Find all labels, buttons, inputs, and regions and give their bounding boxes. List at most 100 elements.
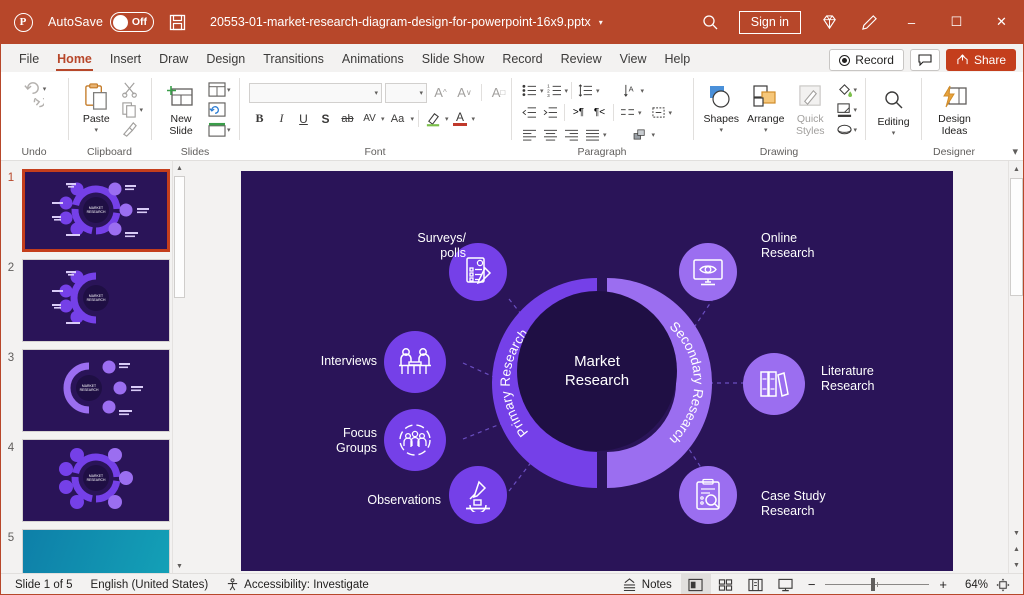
thumbnail-scrollbar-thumb[interactable] bbox=[174, 176, 185, 298]
line-spacing-dropdown-icon[interactable]: ▾ bbox=[596, 87, 600, 95]
tab-view[interactable]: View bbox=[611, 46, 656, 72]
node-observations[interactable] bbox=[449, 466, 507, 524]
node-case-study-research[interactable] bbox=[679, 466, 737, 524]
numbering-dropdown-icon[interactable]: ▾ bbox=[565, 87, 569, 95]
next-slide-button[interactable]: ▼ bbox=[1009, 557, 1024, 573]
align-right-button[interactable] bbox=[561, 124, 582, 145]
justify-button[interactable] bbox=[582, 124, 603, 145]
undo-button[interactable]: ▾ bbox=[21, 79, 49, 98]
collapse-ribbon-button[interactable]: ▾ bbox=[1012, 145, 1018, 158]
numbering-button[interactable]: 123 bbox=[544, 80, 565, 101]
copy-button[interactable]: ▾ bbox=[119, 100, 145, 119]
thumbnail-slide-2[interactable]: 2 MARKET RESEARCH bbox=[0, 259, 186, 342]
thumbnail-image-1[interactable]: MARKET RESEARCH bbox=[22, 169, 170, 252]
tab-design[interactable]: Design bbox=[197, 46, 254, 72]
decrease-indent-button[interactable] bbox=[519, 102, 540, 123]
tab-animations[interactable]: Animations bbox=[333, 46, 413, 72]
editing-dropdown-icon[interactable]: ▾ bbox=[892, 128, 896, 140]
align-text-button[interactable] bbox=[648, 102, 669, 123]
increase-indent-button[interactable] bbox=[540, 102, 561, 123]
slide-sorter-button[interactable] bbox=[711, 574, 741, 595]
zoom-handle[interactable] bbox=[871, 578, 876, 591]
font-name-input[interactable]: ▾ bbox=[249, 82, 382, 103]
font-color-button[interactable]: A bbox=[450, 108, 471, 129]
thumbnail-slide-1[interactable]: 1 MARKET RESEARCH bbox=[0, 169, 186, 252]
highlight-dropdown-icon[interactable]: ▾ bbox=[445, 115, 449, 123]
design-ideas-button[interactable]: Design Ideas bbox=[928, 79, 981, 137]
reading-view-button[interactable] bbox=[741, 574, 771, 595]
clear-formatting-button[interactable]: A □ bbox=[488, 82, 509, 103]
format-painter-button[interactable] bbox=[119, 120, 145, 139]
tab-insert[interactable]: Insert bbox=[101, 46, 150, 72]
align-text-dropdown-icon[interactable]: ▾ bbox=[669, 109, 673, 117]
smartart-dropdown-icon[interactable]: ▾ bbox=[652, 131, 656, 139]
font-size-input[interactable]: ▾ bbox=[385, 82, 427, 103]
editing-button[interactable]: Editing ▾ bbox=[872, 82, 915, 140]
italic-button[interactable]: I bbox=[271, 108, 292, 129]
shape-fill-button[interactable]: ▾ bbox=[834, 80, 860, 99]
align-left-button[interactable] bbox=[519, 124, 540, 145]
new-slide-button[interactable]: New Slide bbox=[158, 79, 204, 137]
tab-help[interactable]: Help bbox=[655, 46, 699, 72]
canvas-scroll-up-button[interactable]: ▲ bbox=[1009, 161, 1024, 177]
slideshow-button[interactable] bbox=[771, 574, 801, 595]
thumbnail-image-5[interactable] bbox=[22, 529, 170, 573]
shape-effects-button[interactable]: ▾ bbox=[834, 120, 860, 139]
document-title[interactable]: 20553-01-market-research-diagram-design-… bbox=[210, 15, 603, 29]
save-icon[interactable] bbox=[166, 11, 188, 33]
tab-file[interactable]: File bbox=[10, 46, 48, 72]
smartart-button[interactable] bbox=[631, 124, 652, 145]
zoom-level[interactable]: 64% bbox=[954, 579, 988, 591]
thumbnail-slide-5[interactable]: 5 bbox=[0, 529, 186, 573]
font-size-dropdown-icon[interactable]: ▾ bbox=[419, 89, 423, 97]
quick-styles-button[interactable]: Quick Styles bbox=[789, 79, 832, 137]
node-focus-groups[interactable] bbox=[384, 409, 446, 471]
zoom-track[interactable] bbox=[825, 578, 930, 591]
cut-button[interactable] bbox=[119, 80, 145, 99]
autosave-toggle[interactable]: Off bbox=[110, 12, 155, 32]
sign-in-button[interactable]: Sign in bbox=[738, 10, 801, 34]
strikethrough-button[interactable]: ab bbox=[337, 108, 358, 129]
grow-font-button[interactable]: A ^ bbox=[430, 82, 451, 103]
bold-button[interactable]: B bbox=[249, 108, 270, 129]
font-name-dropdown-icon[interactable]: ▾ bbox=[374, 89, 378, 97]
font-color-dropdown-icon[interactable]: ▾ bbox=[472, 115, 476, 123]
shapes-dropdown-icon[interactable]: ▾ bbox=[719, 125, 723, 137]
search-icon[interactable] bbox=[691, 0, 731, 44]
text-direction-button[interactable]: A bbox=[620, 80, 641, 101]
tab-record[interactable]: Record bbox=[493, 46, 551, 72]
thumbnail-image-4[interactable]: MARKET RESEARCH bbox=[22, 439, 170, 522]
section-dropdown-icon[interactable]: ▾ bbox=[227, 126, 231, 134]
shrink-font-button[interactable]: A ∨ bbox=[454, 82, 475, 103]
paste-button[interactable]: Paste ▾ bbox=[75, 79, 117, 137]
canvas-scrollbar-thumb[interactable] bbox=[1010, 178, 1023, 296]
record-button[interactable]: Record bbox=[829, 49, 904, 71]
thumbnail-slide-3[interactable]: 3 MARKET RESEARCH bbox=[0, 349, 186, 432]
text-highlight-button[interactable] bbox=[423, 108, 444, 129]
layout-dropdown-icon[interactable]: ▾ bbox=[227, 86, 231, 94]
tab-slide-show[interactable]: Slide Show bbox=[413, 46, 494, 72]
canvas-scroll-down-button[interactable]: ▼ bbox=[1009, 525, 1024, 541]
autosave-control[interactable]: AutoSave Off bbox=[48, 12, 155, 32]
character-spacing-button[interactable]: AV bbox=[359, 108, 380, 129]
maximize-button[interactable]: ☐ bbox=[934, 0, 979, 44]
change-case-button[interactable]: Aa bbox=[386, 108, 410, 129]
undo-dropdown-icon[interactable]: ▾ bbox=[43, 85, 47, 93]
node-literature-research[interactable] bbox=[743, 353, 805, 415]
bullets-button[interactable] bbox=[519, 80, 540, 101]
zoom-slider[interactable]: − + bbox=[805, 577, 950, 592]
close-button[interactable]: ✕ bbox=[979, 0, 1024, 44]
thumbnail-image-2[interactable]: MARKET RESEARCH bbox=[22, 259, 170, 342]
accessibility-status[interactable]: Accessibility: Investigate bbox=[217, 574, 378, 595]
change-case-dropdown-icon[interactable]: ▾ bbox=[411, 115, 415, 123]
pen-icon[interactable] bbox=[849, 0, 889, 44]
tab-review[interactable]: Review bbox=[552, 46, 611, 72]
section-button[interactable]: ▾ bbox=[206, 120, 233, 139]
slide-position[interactable]: Slide 1 of 5 bbox=[6, 574, 82, 595]
shape-effects-dropdown-icon[interactable]: ▾ bbox=[854, 126, 858, 134]
underline-button[interactable]: U bbox=[293, 108, 314, 129]
text-direction-dropdown-icon[interactable]: ▾ bbox=[641, 87, 645, 95]
fit-to-window-button[interactable] bbox=[988, 574, 1018, 595]
reset-button[interactable] bbox=[206, 100, 233, 119]
shadow-button[interactable]: S bbox=[315, 108, 336, 129]
